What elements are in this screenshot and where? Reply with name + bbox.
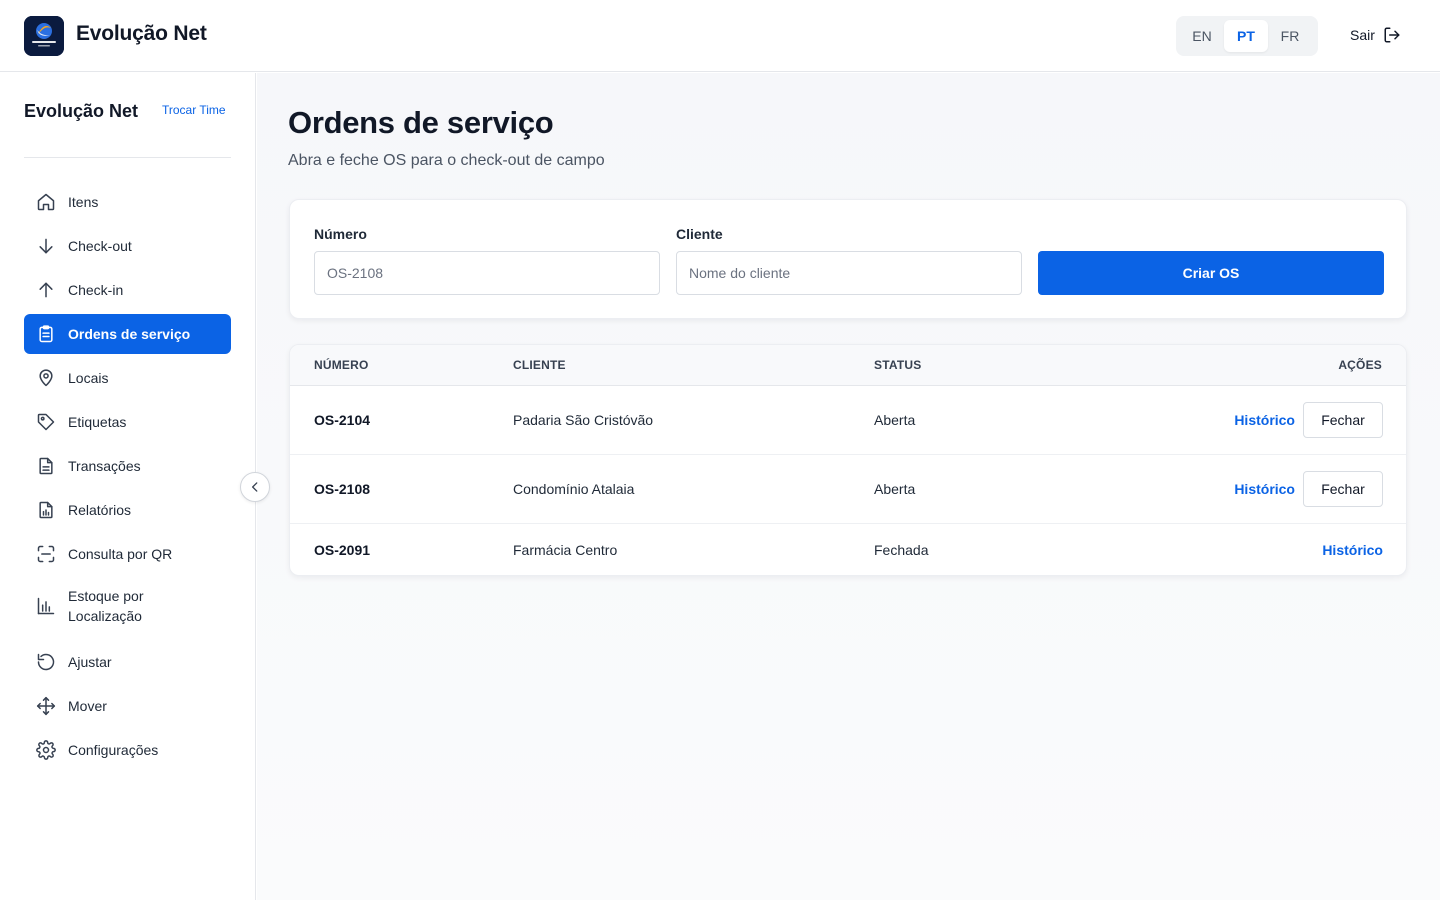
- sidebar-item-label: Check-out: [68, 238, 132, 254]
- arrow-down-icon: [36, 236, 56, 256]
- sidebar-item-etiquetas[interactable]: Etiquetas: [24, 402, 231, 442]
- sidebar-item-itens[interactable]: Itens: [24, 182, 231, 222]
- order-number: OS-2091: [314, 542, 371, 558]
- order-status: Fechada: [874, 542, 929, 558]
- sidebar-item-label: Configurações: [68, 742, 159, 758]
- order-status: Aberta: [874, 412, 916, 428]
- team-name: Evolução Net: [24, 101, 139, 121]
- sidebar-nav: Itens Check-out Check-in Ordens de servi…: [24, 182, 231, 774]
- logout-label: Sair: [1350, 27, 1375, 43]
- sidebar-item-check-out[interactable]: Check-out: [24, 226, 231, 266]
- top-bar: Evolução Net EN PT FR Sair: [0, 0, 1440, 72]
- page-subtitle: Abra e feche OS para o check-out de camp…: [288, 152, 605, 169]
- lang-fr[interactable]: FR: [1268, 20, 1312, 52]
- column-header-actions: AÇÕES: [1338, 358, 1382, 372]
- gear-icon: [36, 740, 56, 760]
- sidebar-item-mover[interactable]: Mover: [24, 686, 231, 726]
- close-order-button[interactable]: Fechar: [1303, 471, 1383, 507]
- history-link[interactable]: Histórico: [1234, 412, 1295, 428]
- history-link[interactable]: Histórico: [1234, 481, 1295, 497]
- page-title: Ordens de serviço: [288, 105, 554, 140]
- sidebar-item-label: Ordens de serviço: [68, 326, 191, 342]
- order-status: Aberta: [874, 481, 916, 497]
- create-order-button[interactable]: Criar OS: [1038, 251, 1384, 295]
- sidebar-item-label: Consulta por QR: [68, 546, 173, 562]
- map-pin-icon: [36, 368, 56, 388]
- table-header: NÚMERO CLIENTE STATUS AÇÕES: [290, 345, 1406, 386]
- sidebar-item-check-in[interactable]: Check-in: [24, 270, 231, 310]
- column-header-status: STATUS: [874, 358, 922, 372]
- clipboard-icon: [36, 324, 56, 344]
- language-switcher: EN PT FR: [1176, 16, 1318, 56]
- close-order-button[interactable]: Fechar: [1303, 402, 1383, 438]
- history-link[interactable]: Histórico: [1322, 542, 1383, 558]
- order-number: OS-2104: [314, 412, 371, 428]
- sidebar-item-stock-by-location[interactable]: Estoque por Localização: [24, 580, 231, 632]
- bar-chart-icon: [36, 596, 56, 616]
- brand-name: Evolução Net: [76, 22, 207, 45]
- sidebar-item-label: Transações: [68, 458, 141, 474]
- sidebar-item-label: Check-in: [68, 282, 124, 298]
- sidebar-item-label: Estoque por Localização: [68, 588, 144, 624]
- client-input[interactable]: [676, 251, 1022, 295]
- brand-logo[interactable]: [24, 16, 64, 56]
- number-input[interactable]: [314, 251, 660, 295]
- sidebar-item-service-orders[interactable]: Ordens de serviço: [24, 314, 231, 354]
- sidebar-item-label: Locais: [68, 370, 109, 386]
- sidebar-item-locais[interactable]: Locais: [24, 358, 231, 398]
- report-icon: [36, 500, 56, 520]
- sidebar-item-relatorios[interactable]: Relatórios: [24, 490, 231, 530]
- sidebar-item-label: Itens: [68, 194, 99, 210]
- sidebar-item-label: Mover: [68, 698, 107, 714]
- sidebar-item-transacoes[interactable]: Transações: [24, 446, 231, 486]
- column-header-client: CLIENTE: [513, 358, 566, 372]
- orders-table: NÚMERO CLIENTE STATUS AÇÕES OS-2104 Pada…: [289, 344, 1407, 576]
- lang-en[interactable]: EN: [1180, 20, 1224, 52]
- create-order-form: Número Cliente Criar OS: [289, 199, 1407, 319]
- column-header-number: NÚMERO: [314, 358, 369, 372]
- order-client: Padaria São Cristóvão: [513, 412, 654, 428]
- logo-mark-icon: [24, 16, 64, 56]
- order-client: Condomínio Atalaia: [513, 481, 635, 497]
- move-icon: [36, 696, 56, 716]
- logout-button[interactable]: Sair: [1350, 26, 1401, 44]
- lang-pt[interactable]: PT: [1224, 20, 1268, 52]
- sidebar-item-qr-lookup[interactable]: Consulta por QR: [24, 534, 231, 574]
- client-label: Cliente: [676, 226, 723, 242]
- sidebar-item-label: Relatórios: [68, 502, 132, 518]
- sidebar-divider: [24, 157, 231, 158]
- sidebar-item-configuracoes[interactable]: Configurações: [24, 730, 231, 770]
- order-number: OS-2108: [314, 481, 371, 497]
- tag-icon: [36, 412, 56, 432]
- table-row: OS-2108 Condomínio Atalaia Aberta Histór…: [290, 455, 1406, 524]
- sidebar-item-label: Ajustar: [68, 654, 112, 670]
- logout-icon: [1384, 27, 1400, 43]
- sidebar-item-ajustar[interactable]: Ajustar: [24, 642, 231, 682]
- document-icon: [36, 456, 56, 476]
- table-row: OS-2104 Padaria São Cristóvão Aberta His…: [290, 386, 1406, 455]
- chevron-left-icon: [252, 482, 258, 492]
- sidebar-item-label: Etiquetas: [68, 414, 127, 430]
- main-content: Ordens de serviço Abra e feche OS para o…: [257, 73, 1440, 900]
- collapse-sidebar-button[interactable]: [240, 472, 270, 502]
- rotate-icon: [36, 652, 56, 672]
- number-label: Número: [314, 226, 367, 242]
- switch-team-link[interactable]: Trocar Time: [162, 103, 226, 117]
- qr-scan-icon: [36, 544, 56, 564]
- home-icon: [36, 192, 56, 212]
- table-row: OS-2091 Farmácia Centro Fechada Históric…: [290, 524, 1406, 575]
- sidebar: Evolução Net Trocar Time Itens Check-out…: [0, 73, 256, 900]
- arrow-up-icon: [36, 280, 56, 300]
- order-client: Farmácia Centro: [513, 542, 618, 558]
